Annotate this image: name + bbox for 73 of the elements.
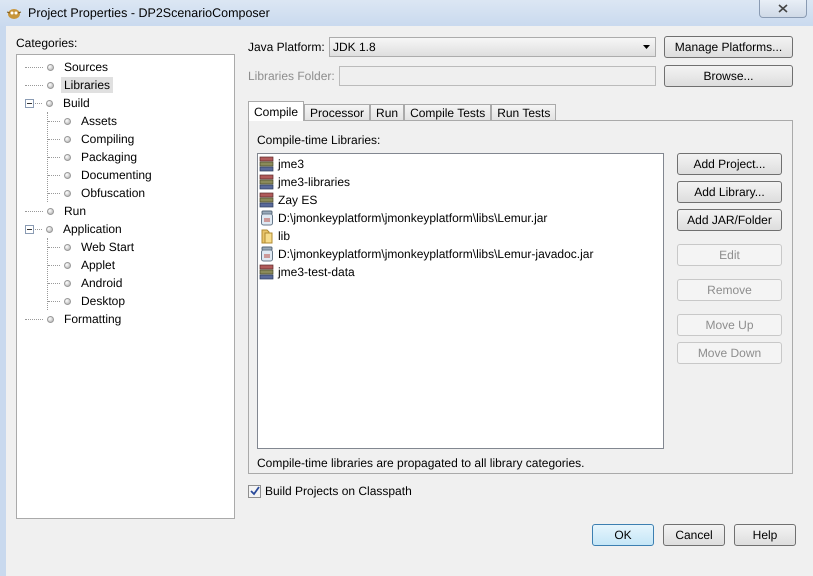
- node-icon: [47, 64, 54, 70]
- categories-label: Categories:: [16, 36, 78, 50]
- tree-item[interactable]: Assets: [78, 113, 120, 129]
- tree-item[interactable]: Android: [78, 275, 126, 291]
- books-icon: [259, 174, 275, 190]
- node-icon: [64, 172, 71, 178]
- node-icon: [64, 244, 71, 250]
- action-button[interactable]: Add Library...: [677, 181, 782, 203]
- node-icon: [46, 226, 53, 232]
- tab[interactable]: Compile Tests: [404, 104, 492, 121]
- node-icon: [64, 298, 71, 304]
- node-icon: [64, 118, 71, 124]
- tree-item[interactable]: Packaging: [78, 149, 140, 165]
- app-icon: [6, 6, 22, 20]
- list-item[interactable]: jme3-libraries: [278, 175, 350, 189]
- tree-item[interactable]: Documenting: [78, 167, 155, 183]
- node-icon: [64, 154, 71, 160]
- tree-item[interactable]: Applet: [78, 257, 118, 273]
- list-item[interactable]: Zay ES: [278, 193, 318, 207]
- close-button[interactable]: [759, 0, 807, 18]
- checkbox-label: Build Projects on Classpath: [265, 484, 412, 498]
- node-icon: [64, 136, 71, 142]
- list-item[interactable]: lib: [278, 229, 290, 243]
- tree-item[interactable]: Sources: [61, 59, 112, 75]
- dialog-button[interactable]: Cancel: [663, 524, 725, 546]
- field-label: Java Platform:: [248, 40, 326, 54]
- list-item[interactable]: jme3: [278, 157, 304, 171]
- books-icon: [259, 192, 275, 208]
- node-icon: [47, 82, 54, 88]
- tree-item[interactable]: Obfuscation: [78, 185, 148, 201]
- tab[interactable]: Processor: [304, 104, 370, 121]
- node-icon: [47, 208, 54, 214]
- node-icon: [64, 190, 71, 196]
- tree-item[interactable]: Formatting: [61, 311, 124, 327]
- dialog-button[interactable]: OK: [592, 524, 654, 546]
- books-icon: [259, 156, 275, 172]
- tree-item[interactable]: Build: [60, 95, 93, 111]
- node-icon: [47, 316, 54, 322]
- tree-item[interactable]: Web Start: [78, 239, 138, 255]
- minus-icon: [27, 100, 32, 106]
- node-icon: [46, 100, 53, 106]
- books-icon: [259, 264, 275, 280]
- jar-icon: [259, 210, 275, 226]
- list-item[interactable]: D:\jmonkeyplatform\jmonkeyplatform\libs\Lemur-javadoc.jar: [278, 247, 594, 261]
- close-icon: [778, 4, 788, 13]
- node-icon: [64, 280, 71, 286]
- info-text: Compile-time libraries are propagated to all library categories.: [257, 456, 586, 470]
- tree-item[interactable]: Application: [60, 221, 125, 237]
- minus-icon: [27, 226, 32, 232]
- window-title: Project Properties - DP2ScenarioComposer: [28, 6, 271, 20]
- collapse-toggle[interactable]: [25, 224, 34, 234]
- list-label: Compile-time Libraries:: [257, 133, 382, 147]
- collapse-toggle[interactable]: [25, 98, 34, 108]
- tree-item[interactable]: Libraries: [61, 77, 114, 93]
- list-item[interactable]: D:\jmonkeyplatform\jmonkeyplatform\libs\Lemur.jar: [278, 211, 548, 225]
- action-button[interactable]: Add Project...: [677, 153, 782, 175]
- tree-item[interactable]: Run: [61, 203, 90, 219]
- tab[interactable]: Run: [370, 104, 404, 121]
- platform-dropdown[interactable]: JDK 1.8: [329, 36, 656, 56]
- list-item[interactable]: jme3-test-data: [278, 265, 355, 279]
- checkbox[interactable]: [248, 484, 261, 498]
- field-label: Libraries Folder:: [248, 68, 336, 82]
- node-icon: [64, 262, 71, 268]
- action-button[interactable]: Add JAR/Folder: [677, 209, 782, 231]
- tab[interactable]: Run Tests: [491, 104, 556, 121]
- jar-icon: [259, 246, 275, 262]
- libraries-folder-field[interactable]: [338, 66, 656, 86]
- tree-item[interactable]: Compiling: [78, 131, 138, 147]
- manage-platforms-button[interactable]: Manage Platforms...: [664, 36, 793, 58]
- tab[interactable]: Compile: [248, 101, 304, 121]
- folder-icon: [259, 228, 275, 244]
- tree-item[interactable]: Desktop: [78, 293, 128, 309]
- dialog-button[interactable]: Help: [734, 524, 796, 546]
